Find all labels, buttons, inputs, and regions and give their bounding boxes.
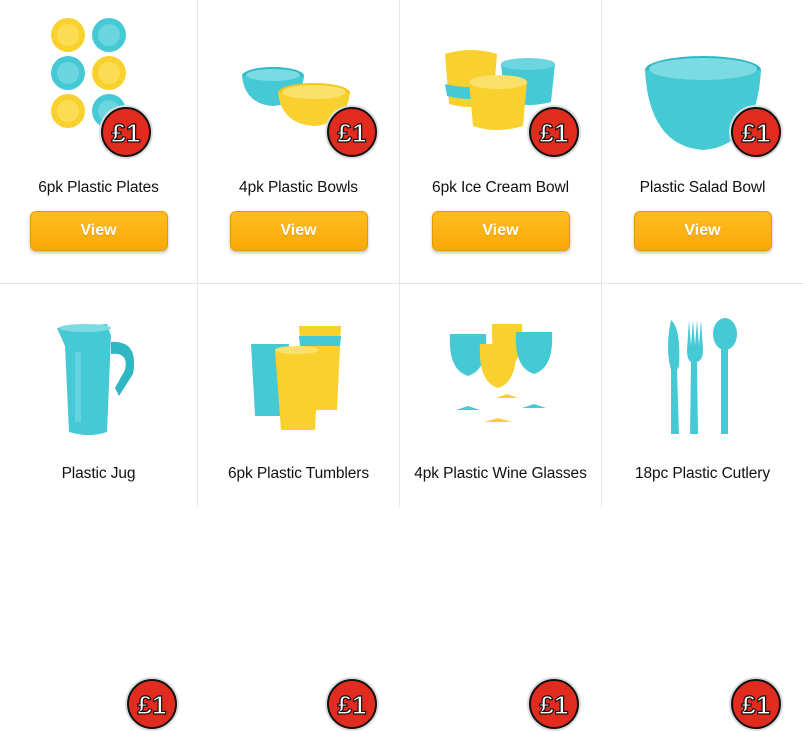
product-name[interactable]: 4pk Plastic Bowls [204,179,393,197]
product-image[interactable] [400,322,601,452]
price-badge-icon: £1 [729,105,783,159]
product-card: £1 6pk Plastic Plates View [0,0,198,284]
product-card: £1 6pk Ice Cream Bowl View [400,0,602,284]
product-card: £1 6pk Plastic Tumblers [198,284,400,731]
price-label: £1 [540,118,569,148]
product-name[interactable]: 6pk Ice Cream Bowl [406,179,595,197]
product-card: £1 4pk Plastic Wine Glasses [400,284,602,731]
price-label: £1 [338,118,367,148]
price-label: £1 [540,690,569,720]
price-badge-icon: £1 [325,105,379,159]
price-label: £1 [112,118,141,148]
product-card: £1 4pk Plastic Bowls View [198,0,400,284]
price-label: £1 [742,118,771,148]
product-name[interactable]: 6pk Plastic Tumblers [204,465,393,483]
price-label: £1 [338,690,367,720]
tumblers-icon [250,326,341,430]
price-badge-icon: £1 [527,105,581,159]
price-label: £1 [742,690,771,720]
price-badge-icon: £1 [99,105,153,159]
product-name[interactable]: 4pk Plastic Wine Glasses [406,465,595,483]
cutlery-icon [667,318,737,434]
view-button[interactable]: View [431,211,570,251]
view-button[interactable]: View [633,211,772,251]
product-name[interactable]: Plastic Salad Bowl [608,179,797,197]
product-card: £1 18pc Plastic Cutlery [602,284,803,731]
product-grid: £1 6pk Plastic Plates View £1 4pk Plasti… [0,0,803,731]
product-image[interactable] [198,324,399,454]
product-image[interactable] [0,322,197,452]
view-button[interactable]: View [229,211,368,251]
product-name[interactable]: 18pc Plastic Cutlery [608,465,797,483]
view-button[interactable]: View [29,211,168,251]
wine-glasses-icon [449,324,552,422]
price-badge-icon: £1 [527,677,581,731]
price-badge-icon: £1 [729,677,783,731]
product-card: £1 Plastic Salad Bowl View [602,0,803,284]
price-badge-icon: £1 [325,677,379,731]
product-name[interactable]: Plastic Jug [6,465,191,483]
product-card: £1 Plastic Jug [0,284,198,731]
jug-icon [56,324,134,435]
product-name[interactable]: 6pk Plastic Plates [6,179,191,197]
price-label: £1 [138,690,167,720]
price-badge-icon: £1 [125,677,179,731]
product-image[interactable] [602,318,803,448]
